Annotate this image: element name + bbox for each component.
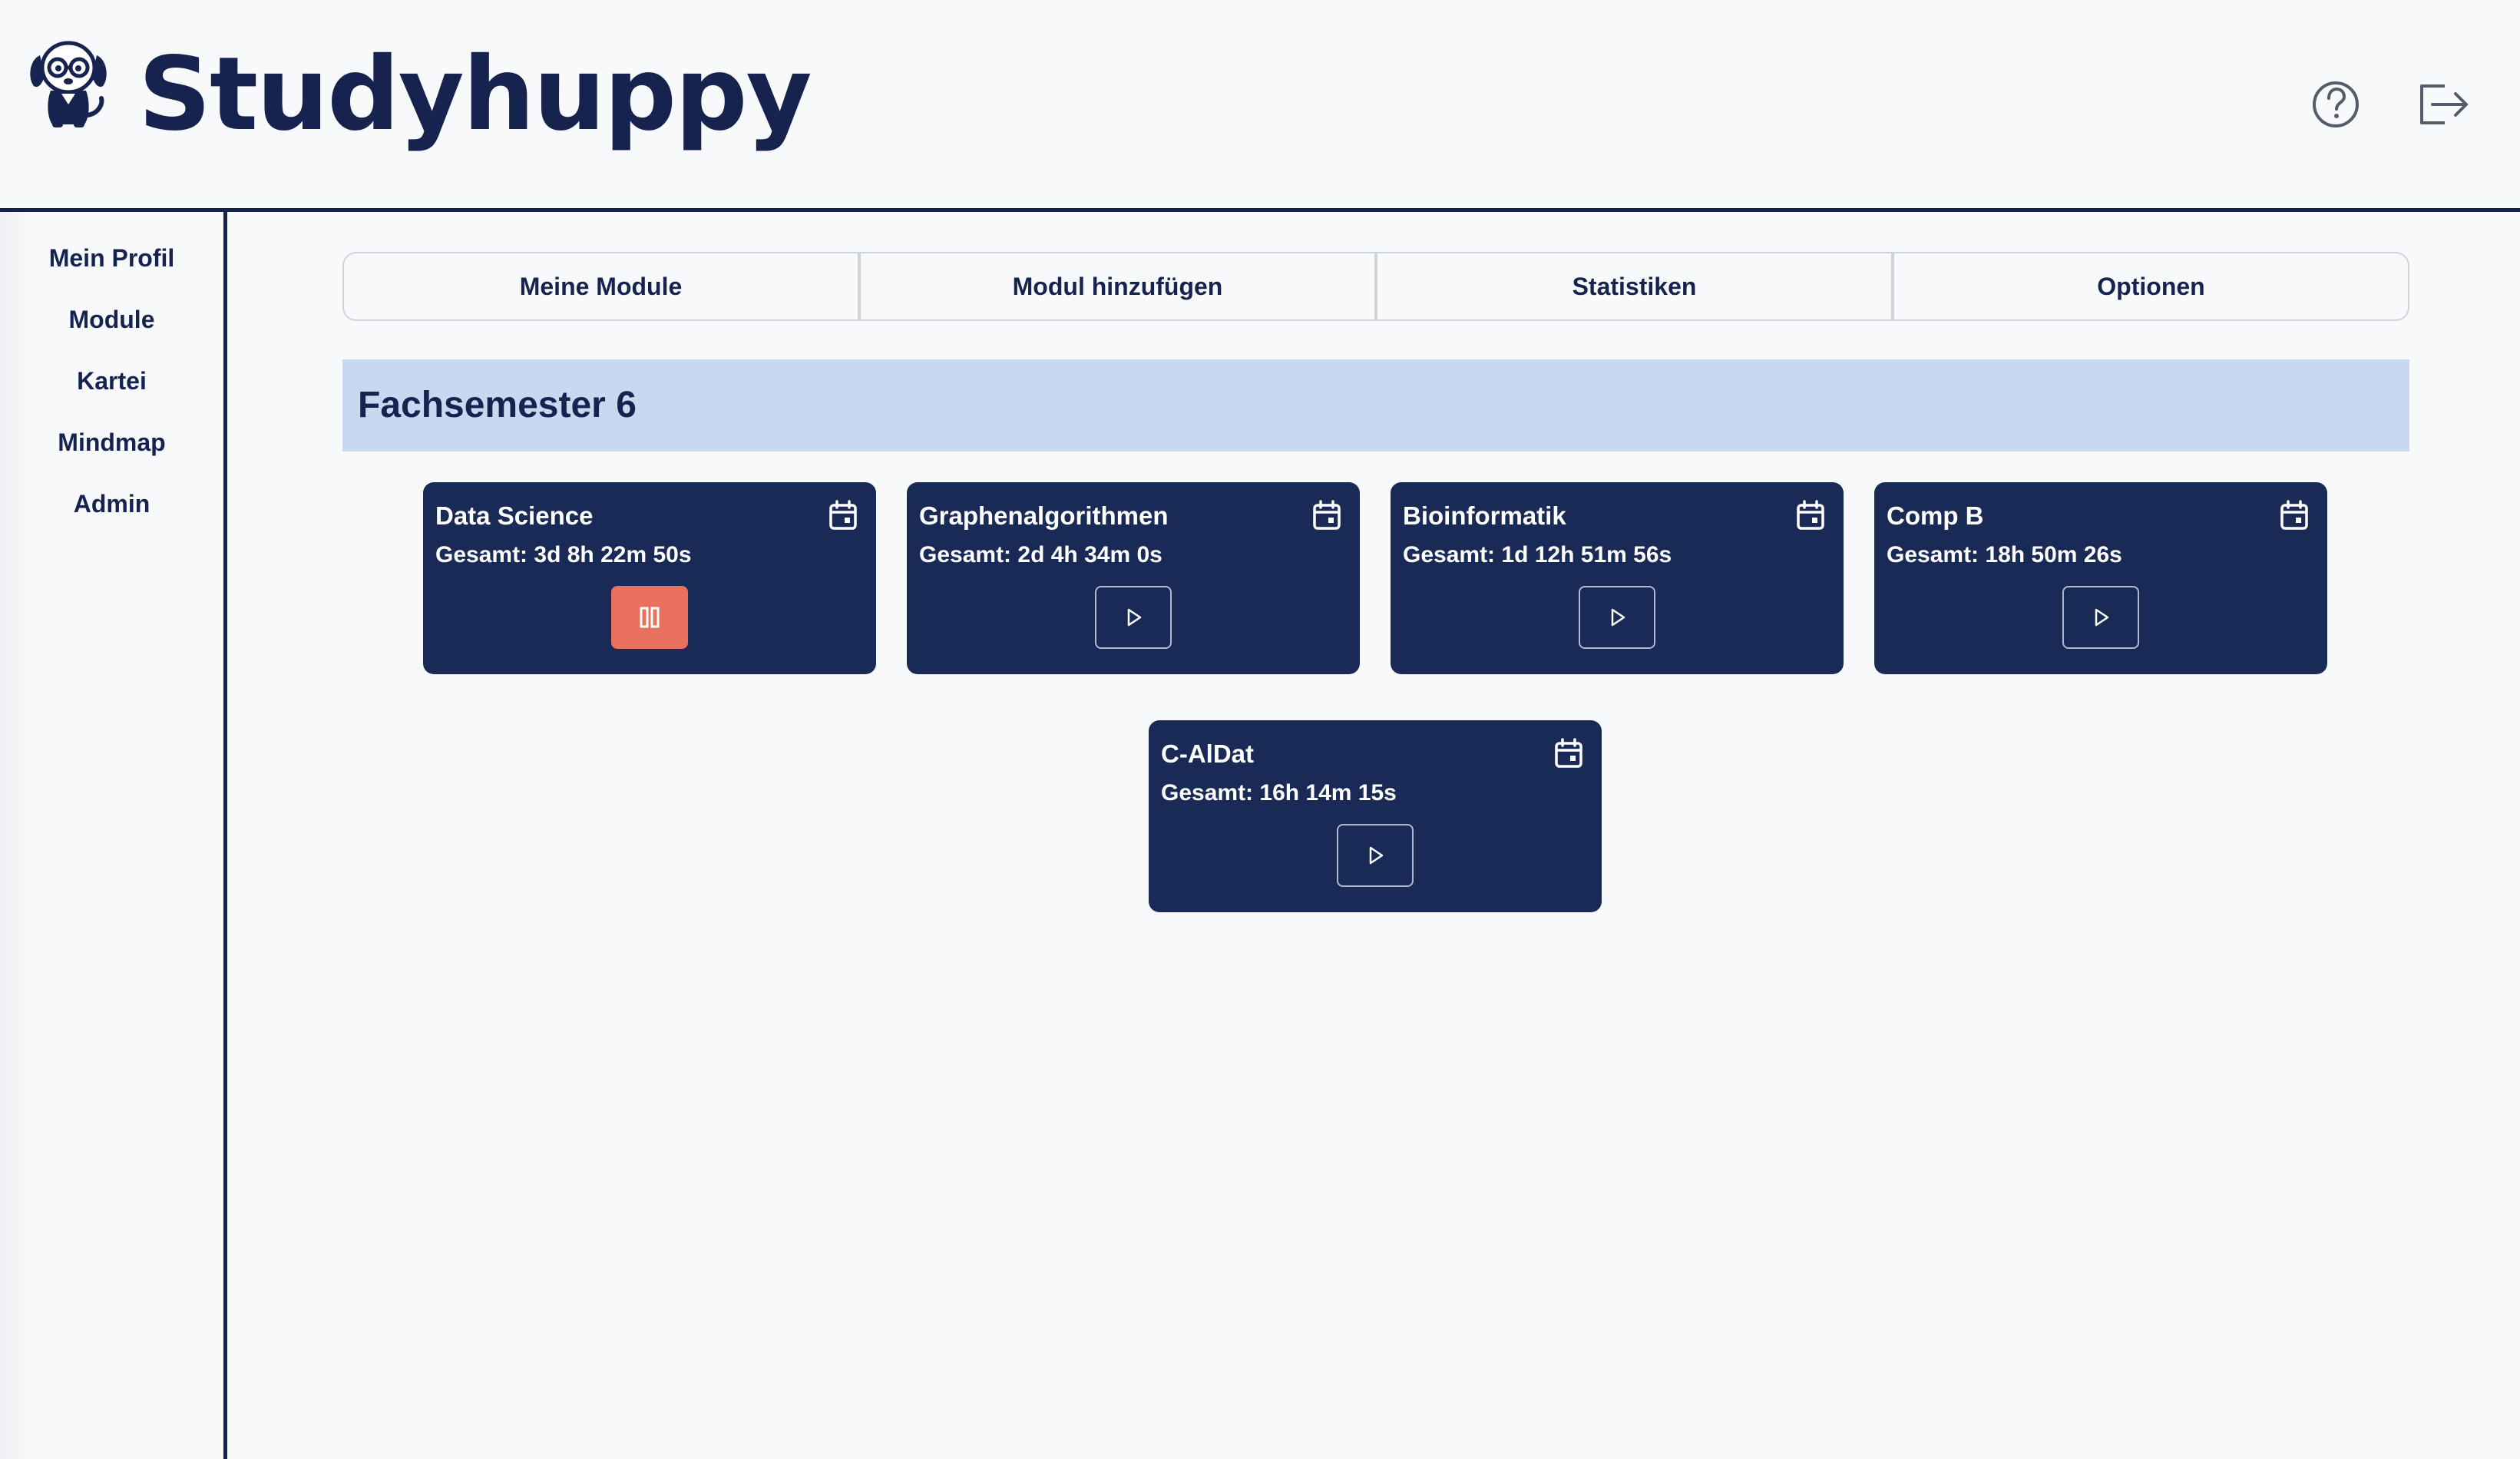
play-button[interactable] [1337,824,1414,887]
sidebar-item-module[interactable]: Module [0,287,223,349]
module-card: Comp B Gesamt: 18h 50m 26s [1874,482,2327,674]
play-button[interactable] [2062,586,2139,649]
module-name: Bioinformatik [1403,501,1566,530]
play-icon [2095,608,2109,627]
sidebar-item-kartei[interactable]: Kartei [0,349,223,410]
module-card: Data Science Gesamt: 3d 8h 22m 50s [423,482,876,674]
module-total-time: Gesamt: 2d 4h 34m 0s [919,542,1162,567]
calendar-icon[interactable] [1553,737,1585,769]
calendar-icon[interactable] [1311,499,1343,531]
play-icon [1369,846,1384,865]
pause-icon [640,607,660,628]
module-card: Bioinformatik Gesamt: 1d 12h 51m 56s [1391,482,1844,674]
module-tabs: Meine Module Modul hinzufügen Statistike… [342,252,2409,321]
tab-modul-hinzufuegen[interactable]: Modul hinzufügen [861,253,1377,319]
tab-meine-module[interactable]: Meine Module [344,253,861,319]
calendar-icon[interactable] [1794,499,1827,531]
tab-optionen[interactable]: Optionen [1894,253,2408,319]
question-circle-icon[interactable] [2307,75,2365,134]
sidebar-item-mein-profil[interactable]: Mein Profil [0,226,223,287]
module-total-time: Gesamt: 16h 14m 15s [1161,780,1397,806]
module-name: Comp B [1887,501,1984,530]
semester-banner: Fachsemester 6 [342,359,2409,452]
module-card: Graphenalgorithmen Gesamt: 2d 4h 34m 0s [907,482,1360,674]
play-button[interactable] [1579,586,1655,649]
module-name: C-AlDat [1161,739,1254,768]
calendar-icon[interactable] [827,499,859,531]
calendar-icon[interactable] [2278,499,2310,531]
semester-title: Fachsemester 6 [358,385,637,425]
module-total-time: Gesamt: 3d 8h 22m 50s [435,542,692,567]
sidebar-item-admin[interactable]: Admin [0,471,223,533]
pause-button[interactable] [611,586,688,649]
dog-with-glasses-icon[interactable] [26,38,111,129]
tab-statistiken[interactable]: Statistiken [1377,253,1894,319]
module-name: Graphenalgorithmen [919,501,1169,530]
module-total-time: Gesamt: 18h 50m 26s [1887,542,2122,567]
module-card: C-AlDat Gesamt: 16h 14m 15s [1149,720,1602,912]
sidebar-item-mindmap[interactable]: Mindmap [0,410,223,471]
play-button[interactable] [1095,586,1172,649]
logout-icon[interactable] [2414,75,2472,134]
play-icon [1611,608,1625,627]
sidebar-menu: Mein Profil Module Kartei Mindmap Admin [0,226,223,533]
module-name: Data Science [435,501,594,530]
brand-name[interactable]: Studyhuppy [138,29,812,160]
app-header: Studyhuppy [0,0,2520,212]
module-total-time: Gesamt: 1d 12h 51m 56s [1403,542,1672,567]
sidebar: Mein Profil Module Kartei Mindmap Admin [0,212,227,1459]
play-icon [1127,608,1142,627]
